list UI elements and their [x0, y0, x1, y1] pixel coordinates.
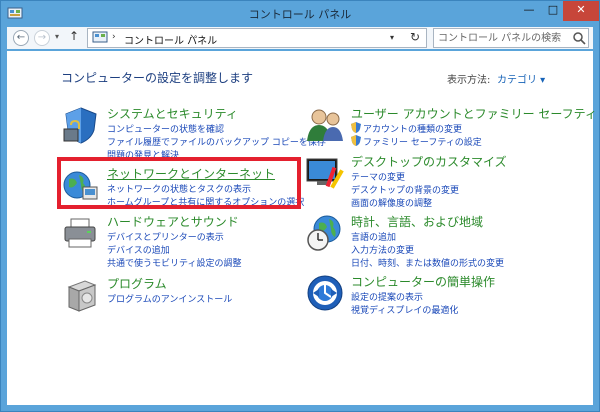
category-title[interactable]: ハードウェアとサウンド: [107, 213, 239, 230]
address-dropdown-icon[interactable]: ▾: [390, 33, 394, 42]
refresh-icon[interactable]: ↻: [410, 30, 420, 44]
breadcrumb-control-panel[interactable]: コントロール パネル: [124, 32, 217, 47]
category-title[interactable]: システムとセキュリティ: [107, 105, 238, 122]
ease-of-access-icon[interactable]: [305, 273, 345, 313]
window-title: コントロール パネル: [248, 8, 352, 21]
link-check-status[interactable]: コンピューターの状態を確認: [107, 122, 224, 135]
link-input-method[interactable]: 入力方法の変更: [351, 243, 414, 256]
navigation-bar: ← → ▾ ↑ › コントロール パネル › ▾ ↻: [7, 27, 593, 49]
security-shield-icon[interactable]: [61, 105, 101, 145]
breadcrumb-chevron-icon[interactable]: ›: [112, 32, 116, 42]
control-panel-icon: [92, 31, 108, 43]
search-box[interactable]: [433, 28, 589, 48]
clock-globe-icon[interactable]: [305, 213, 345, 253]
link-uninstall-program[interactable]: プログラムのアンインストール: [107, 292, 232, 305]
printer-icon[interactable]: [61, 213, 101, 253]
address-bar[interactable]: › コントロール パネル › ▾ ↻: [87, 28, 427, 48]
search-input[interactable]: [438, 31, 566, 45]
category-title[interactable]: 時計、言語、および地域: [351, 213, 483, 230]
close-button[interactable]: ✕: [563, 1, 599, 21]
link-family-safety[interactable]: ファミリー セーフティの設定: [363, 135, 482, 148]
page-title: コンピューターの設定を調整します: [61, 71, 254, 85]
link-mobility-settings[interactable]: 共通で使うモビリティ設定の調整: [107, 256, 241, 269]
link-change-theme[interactable]: テーマの変更: [351, 170, 405, 183]
highlight-box: [57, 157, 301, 209]
link-desktop-background[interactable]: デスクトップの背景の変更: [351, 183, 459, 196]
category-title[interactable]: コンピューターの簡単操作: [351, 273, 495, 290]
breadcrumb-chevron-icon[interactable]: ›: [190, 32, 194, 42]
category-title[interactable]: プログラム: [107, 275, 167, 292]
category-title[interactable]: ユーザー アカウントとファミリー セーフティ: [351, 105, 597, 122]
uac-shield-icon: [351, 122, 361, 133]
link-add-language[interactable]: 言語の追加: [351, 230, 396, 243]
control-panel-window: コントロール パネル — □ ✕ ← → ▾ ↑ › コントロール パネル › …: [0, 0, 600, 412]
category-title[interactable]: デスクトップのカスタマイズ: [351, 153, 507, 170]
link-change-account-type[interactable]: アカウントの種類の変更: [363, 122, 462, 135]
display-paint-icon[interactable]: [305, 153, 345, 193]
users-icon[interactable]: [305, 105, 345, 145]
recent-locations-chevron-icon[interactable]: ▾: [55, 32, 59, 41]
search-icon[interactable]: [572, 31, 586, 45]
main-content: コンピューターの設定を調整します 表示方法: カテゴリ ▾ システムとセキュリテ…: [7, 51, 597, 405]
link-devices-printers[interactable]: デバイスとプリンターの表示: [107, 230, 224, 243]
back-button[interactable]: ←: [13, 30, 29, 46]
up-arrow-icon[interactable]: ↑: [69, 29, 79, 43]
uac-shield-icon: [351, 135, 361, 146]
link-file-history[interactable]: ファイル履歴でファイルのバックアップ コピーを保存: [107, 135, 326, 148]
view-by-label: 表示方法:: [447, 75, 491, 86]
link-screen-resolution[interactable]: 画面の解像度の調整: [351, 196, 432, 209]
programs-box-icon[interactable]: [61, 275, 101, 315]
view-by-dropdown[interactable]: カテゴリ ▾: [497, 71, 545, 86]
title-bar[interactable]: コントロール パネル — □ ✕: [1, 1, 599, 27]
link-date-time-format[interactable]: 日付、時刻、または数値の形式の変更: [351, 256, 504, 269]
link-add-device[interactable]: デバイスの追加: [107, 243, 170, 256]
link-settings-suggestions[interactable]: 設定の提案の表示: [351, 290, 423, 303]
forward-button[interactable]: →: [34, 30, 50, 46]
link-optimize-display[interactable]: 視覚ディスプレイの最適化: [351, 303, 458, 316]
